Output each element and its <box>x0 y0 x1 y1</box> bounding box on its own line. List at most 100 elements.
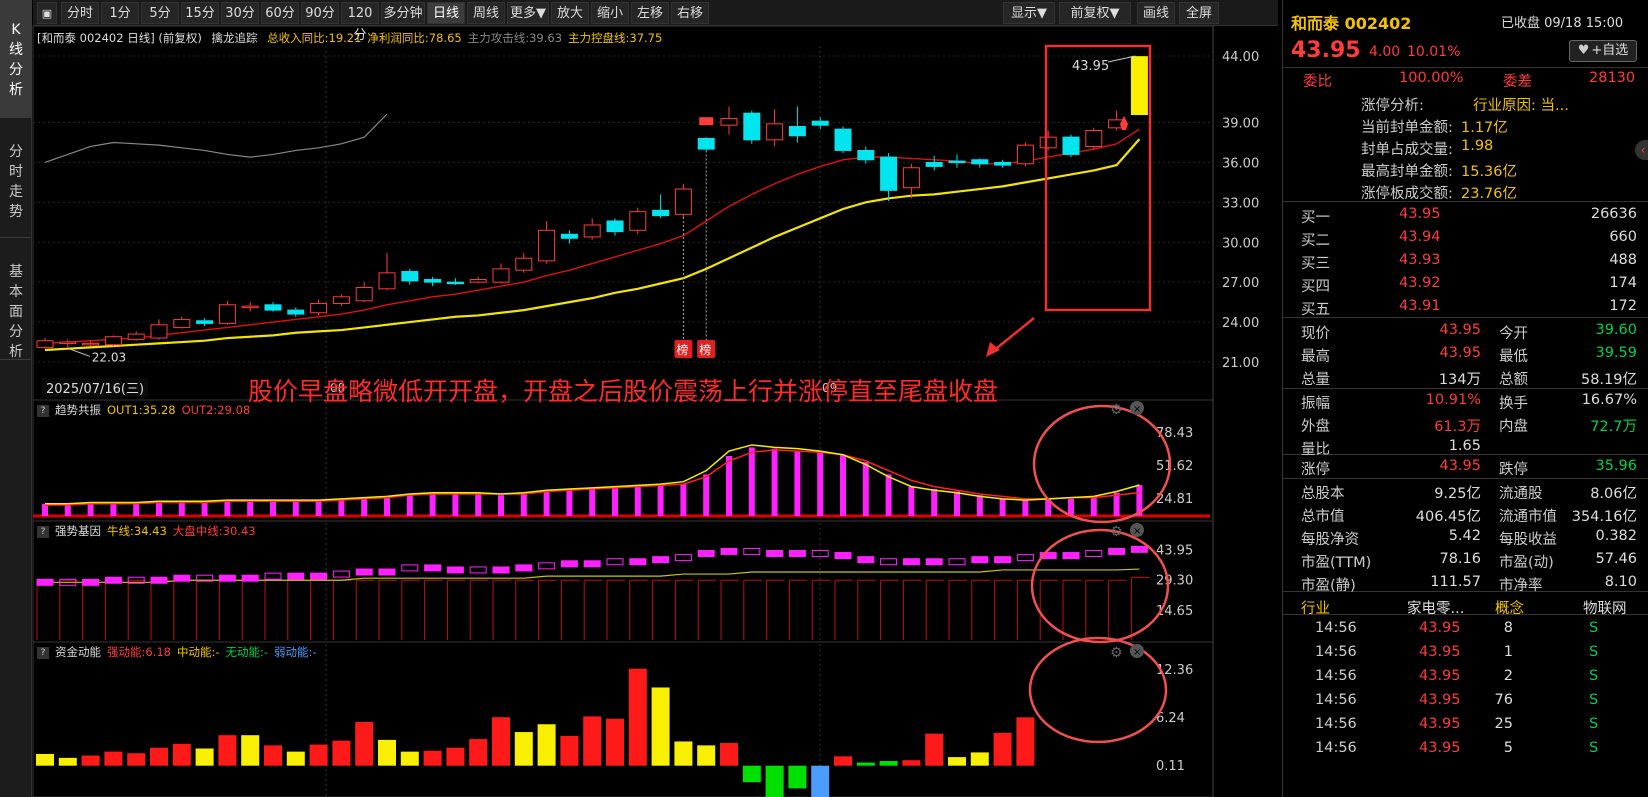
add-watchlist-button[interactable]: ♥ +自选 <box>1569 40 1637 62</box>
help-icon[interactable]: ? <box>37 525 49 538</box>
fundamental-stat-value: 8.06亿 <box>1590 486 1637 502</box>
trend-bar <box>384 497 390 516</box>
weibi-label: 委比 <box>1303 74 1332 90</box>
trend-bar <box>498 495 504 516</box>
strong-block <box>560 560 578 568</box>
strong-block <box>1108 547 1126 555</box>
trend-bar <box>794 451 801 516</box>
candle <box>560 230 578 244</box>
strong-block <box>492 566 510 574</box>
money-bar <box>469 739 488 766</box>
volume-stat-value: 61.3万 <box>1434 419 1481 435</box>
volume-stat-value: 10.91% <box>1425 392 1481 408</box>
tick-volume: 2 <box>1503 668 1513 684</box>
ma-control-line <box>44 138 1141 352</box>
price-change-pct: 10.01% <box>1407 44 1461 60</box>
collapse-arrow-icon[interactable]: ‹ <box>1635 140 1648 160</box>
bid-price: 43.92 <box>1399 275 1441 291</box>
candle <box>788 106 806 143</box>
money-bar <box>36 753 54 766</box>
candle <box>446 278 464 285</box>
trend-bar <box>156 502 162 516</box>
tick-time: 14:56 <box>1315 692 1357 708</box>
strong-block <box>948 558 966 566</box>
candle <box>173 316 191 329</box>
industry-label: 行业 <box>1301 601 1330 617</box>
bid-price: 43.91 <box>1399 298 1441 314</box>
fundamental-stat-label: 市盈(TTM) <box>1301 555 1372 571</box>
tick-volume: 25 <box>1494 716 1513 732</box>
candle <box>1062 134 1080 158</box>
money-bar <box>742 765 761 783</box>
strong-block <box>241 574 259 582</box>
main-metric-1: 净利润同比:78.65 <box>367 31 462 45</box>
money-bar <box>286 751 305 766</box>
money-bar <box>948 757 966 766</box>
candle <box>925 155 943 171</box>
money-bar <box>765 765 784 797</box>
trend-bar <box>885 474 892 516</box>
help-icon[interactable]: ? <box>37 404 49 417</box>
gear-icon[interactable]: ⚙ <box>1110 524 1123 540</box>
tick-side: S <box>1589 740 1599 756</box>
limit-analysis-value: 1.98 <box>1461 138 1494 154</box>
fundamental-stat-label: 市盈(静) <box>1301 578 1356 594</box>
weicha-value: 28130 <box>1589 70 1636 86</box>
strong-block <box>629 558 647 566</box>
trend-bar <box>657 485 664 516</box>
strong-block <box>743 547 761 555</box>
strong-block <box>104 576 122 584</box>
tick-price: 43.95 <box>1419 692 1461 708</box>
volume-stat-label: 换手 <box>1499 396 1528 412</box>
concept-value[interactable]: 物联网 <box>1583 597 1627 618</box>
candle <box>515 252 533 273</box>
tick-price: 43.95 <box>1419 740 1461 756</box>
money-bar <box>423 750 442 766</box>
trend-bar <box>315 501 322 516</box>
strong-block <box>834 552 852 560</box>
strong-block <box>652 556 670 564</box>
trend-bar <box>201 502 208 516</box>
money-bar <box>104 751 123 766</box>
price-tick-label: 21.00 <box>1222 356 1259 371</box>
annotation-text: 股价早盘略微低开开盘，开盘之后股价震荡上行并涨停直至尾盘收盘 <box>248 377 999 406</box>
candle <box>310 299 328 316</box>
money-bar <box>697 745 716 766</box>
industry-value[interactable]: 家电零... <box>1407 597 1464 618</box>
strong-block <box>355 568 373 576</box>
price-tick-label: 36.00 <box>1222 156 1259 171</box>
volume-stat-value: 1.65 <box>1448 438 1481 454</box>
sub-chart-field-2: 无动能:- <box>225 645 269 659</box>
money-bar <box>651 687 670 766</box>
sub-chart-name: 趋势共振 <box>55 403 101 417</box>
tick-price: 43.95 <box>1419 668 1461 684</box>
money-bar <box>400 751 419 766</box>
strong-block <box>1016 554 1034 562</box>
bid-volume: 174 <box>1609 275 1637 291</box>
money-bar <box>925 733 944 766</box>
candle <box>994 159 1012 168</box>
limit-analysis-value: 行业原因: 当... <box>1473 98 1569 114</box>
candle <box>492 263 510 284</box>
low-price-label: 22.03 <box>92 350 126 364</box>
trend-bar <box>452 493 459 516</box>
money-bar <box>332 740 351 766</box>
gear-icon[interactable]: ⚙ <box>1110 402 1123 418</box>
gear-icon[interactable]: ⚙ <box>1110 645 1123 661</box>
candle <box>332 294 350 307</box>
fundamental-stat-value: 354.16亿 <box>1571 509 1637 525</box>
candle <box>902 163 920 199</box>
last-price: 43.95 <box>1291 38 1361 63</box>
trend-bar <box>931 489 938 516</box>
fundamental-stat-label: 总股本 <box>1301 486 1345 502</box>
bang-tag-label: 榜 <box>699 342 711 357</box>
candle <box>1130 56 1148 116</box>
main-chart-title: [和而泰 002402 日线] (前复权) <box>37 31 202 45</box>
limit-analysis-value: 15.36亿 <box>1461 164 1518 180</box>
help-icon[interactable]: ? <box>37 646 49 659</box>
highlight-ellipse <box>1028 636 1168 744</box>
quote-stat-label: 今开 <box>1499 326 1528 342</box>
candle <box>743 110 761 144</box>
limit-analysis-label: 涨停分析: <box>1361 98 1424 114</box>
close-icon-glyph: × <box>1133 647 1141 658</box>
